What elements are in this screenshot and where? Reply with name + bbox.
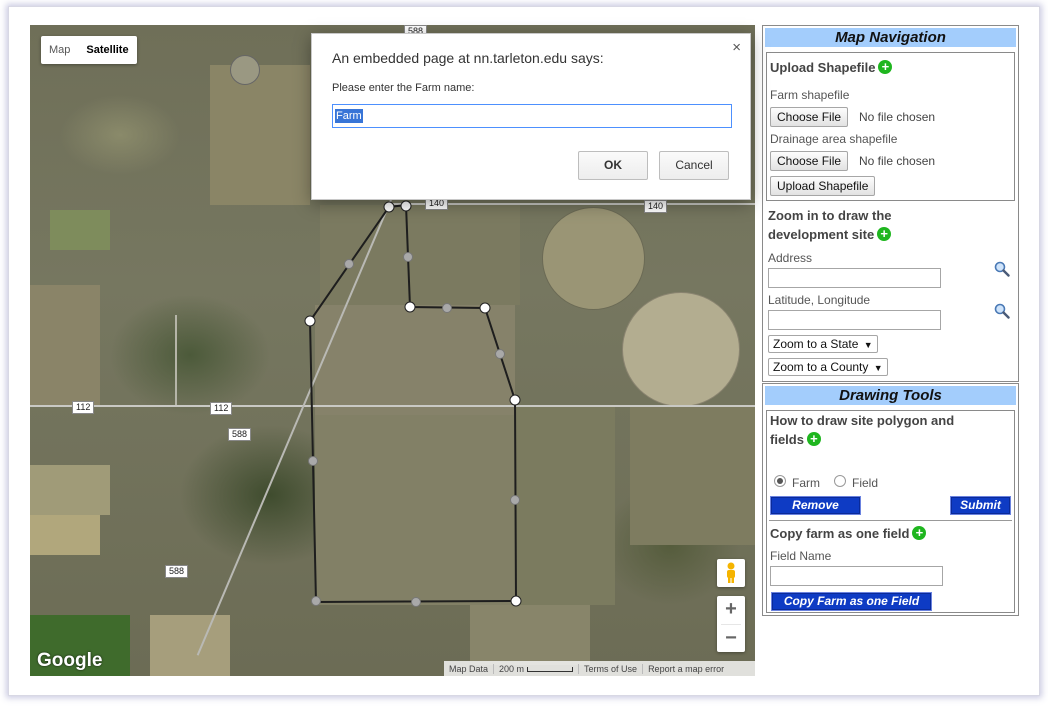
prompt-dialog: An embedded page at nn.tarleton.edu says… <box>311 33 751 200</box>
howto-title-2: fields + <box>770 430 821 449</box>
polygon-vertex[interactable] <box>509 394 521 406</box>
field-name-input[interactable] <box>770 566 943 586</box>
polygon-midpoint[interactable] <box>308 456 318 466</box>
upload-shapefile-section: Upload Shapefile + Farm shapefile Choose … <box>766 52 1015 201</box>
farm-name-input[interactable] <box>332 104 732 128</box>
map-attribution: Map Data 200 m Terms of Use Report a map… <box>444 661 755 676</box>
map-navigation-panel: Map Navigation Upload Shapefile + Farm sh… <box>762 25 1019 382</box>
zoom-to-county-value: Zoom to a County <box>773 360 869 374</box>
search-icon[interactable] <box>994 303 1010 319</box>
polygon-vertex[interactable] <box>304 315 316 327</box>
scale-label: 200 m <box>499 663 525 674</box>
field-name-label: Field Name <box>770 549 832 563</box>
polygon-midpoint[interactable] <box>495 349 505 359</box>
expand-plus-icon[interactable]: + <box>912 526 927 540</box>
polygon-vertex[interactable] <box>383 201 395 213</box>
polygon-midpoint[interactable] <box>411 597 421 607</box>
search-icon[interactable] <box>994 261 1010 277</box>
polygon-vertex[interactable] <box>404 301 416 313</box>
drawing-tools-panel: Drawing Tools How to draw site polygon a… <box>762 383 1019 616</box>
lat-lng-input[interactable] <box>768 310 941 330</box>
zoom-in-button[interactable]: + <box>717 596 745 624</box>
farm-file-status: No file chosen <box>859 110 936 124</box>
drainage-choose-file-button[interactable]: Choose File <box>770 151 849 171</box>
polygon-vertex[interactable] <box>400 200 412 212</box>
polygon-vertex[interactable] <box>510 595 522 607</box>
zoom-control: + − <box>717 596 745 652</box>
upload-shapefile-button[interactable]: Upload Shapefile <box>770 176 876 196</box>
ok-button[interactable]: OK <box>578 151 648 180</box>
map-type-satellite-button[interactable]: Satellite <box>78 36 136 64</box>
howto-title-1: How to draw site polygon and <box>770 413 955 428</box>
upload-shapefile-title: Upload Shapefile + <box>770 58 893 77</box>
zoom-section-title-1: Zoom in to draw the <box>768 208 892 223</box>
farm-radio-label: Farm <box>792 476 820 490</box>
polygon-midpoint[interactable] <box>442 303 452 313</box>
address-input[interactable] <box>768 268 941 288</box>
dialog-message: Please enter the Farm name: <box>332 82 475 94</box>
polygon-midpoint[interactable] <box>344 259 354 269</box>
pegman-icon[interactable] <box>717 559 745 587</box>
zoom-section-title-2-text: development site <box>768 227 875 242</box>
zoom-to-state-select[interactable]: Zoom to a State ▼ <box>768 335 878 353</box>
remove-button[interactable]: Remove <box>770 496 861 515</box>
map-type-map-button[interactable]: Map <box>41 36 78 64</box>
chevron-down-icon: ▼ <box>863 340 873 350</box>
drawing-tools-section: How to draw site polygon and fields + Far… <box>766 410 1015 613</box>
drainage-shapefile-label: Drainage area shapefile <box>770 132 898 146</box>
copy-farm-title: Copy farm as one field + <box>770 524 927 543</box>
howto-title-2-text: fields <box>770 432 804 447</box>
zoom-out-button[interactable]: − <box>717 625 745 653</box>
sidebar: Map Navigation Upload Shapefile + Farm sh… <box>762 25 1019 676</box>
upload-shapefile-title-text: Upload Shapefile <box>770 60 876 75</box>
close-icon[interactable]: × <box>732 39 741 56</box>
field-radio-label: Field <box>852 476 879 490</box>
address-label: Address <box>768 251 813 265</box>
farm-name-input-selection: Farm <box>335 109 363 123</box>
lat-lng-label: Latitude, Longitude <box>768 293 871 307</box>
polygon-midpoint[interactable] <box>403 252 413 262</box>
dialog-title: An embedded page at nn.tarleton.edu says… <box>332 50 604 66</box>
drainage-file-status: No file chosen <box>859 154 936 168</box>
report-map-error-link[interactable]: Report a map error <box>643 664 729 674</box>
map-data-link[interactable]: Map Data <box>444 663 495 674</box>
map-type-control: Map Satellite <box>41 36 137 64</box>
farm-radio[interactable] <box>774 475 786 487</box>
expand-plus-icon[interactable]: + <box>878 60 893 74</box>
polygon-vertex[interactable] <box>479 302 491 314</box>
farm-shapefile-label: Farm shapefile <box>770 88 850 102</box>
submit-button[interactable]: Submit <box>950 496 1011 515</box>
copy-farm-title-text: Copy farm as one field <box>770 526 910 541</box>
expand-plus-icon[interactable]: + <box>877 227 892 241</box>
zoom-to-county-select[interactable]: Zoom to a County ▼ <box>768 358 888 376</box>
farm-choose-file-button[interactable]: Choose File <box>770 107 849 127</box>
zoom-section-title-2: development site + <box>768 225 892 244</box>
chevron-down-icon: ▼ <box>873 363 883 373</box>
polygon-midpoint[interactable] <box>311 596 321 606</box>
copy-farm-button[interactable]: Copy Farm as one Field <box>771 592 932 611</box>
field-radio[interactable] <box>834 475 846 487</box>
expand-plus-icon[interactable]: + <box>806 432 821 446</box>
map-navigation-header: Map Navigation <box>765 28 1016 47</box>
polygon-midpoint[interactable] <box>510 495 520 505</box>
cancel-button[interactable]: Cancel <box>659 151 729 180</box>
drawing-tools-header: Drawing Tools <box>765 386 1016 405</box>
zoom-to-state-value: Zoom to a State <box>773 337 859 351</box>
google-logo: Google <box>37 650 103 671</box>
terms-of-use-link[interactable]: Terms of Use <box>579 663 644 674</box>
section-divider <box>769 520 1012 521</box>
scale-bar-graphic <box>527 666 574 672</box>
scale-bar: 200 m <box>494 663 580 674</box>
